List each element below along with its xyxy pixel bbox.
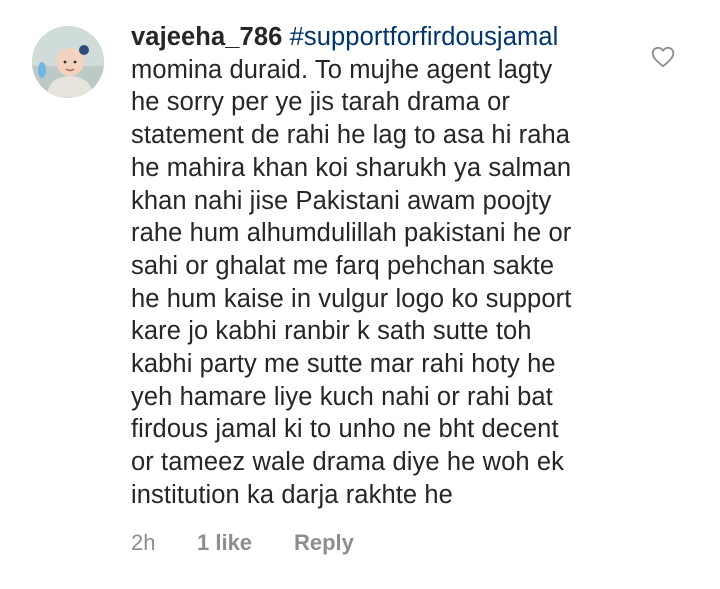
comment-line: or tameez wale drama diye he woh ek <box>131 448 564 477</box>
likes-count-button[interactable]: 1 like <box>197 530 294 556</box>
comment-line: khan nahi jise Pakistani awam poojty <box>131 186 552 215</box>
comment-line: kabhi party me sutte mar rahi hoty he <box>131 350 556 379</box>
avatar[interactable] <box>32 26 104 98</box>
comment-line: he hum kaise in vulgur logo ko support <box>131 284 572 313</box>
comment-line: institution ka darja rakhte he <box>131 480 453 509</box>
profile-photo-icon <box>32 26 104 98</box>
comment-meta: 2h 1 like Reply <box>131 528 354 558</box>
heart-outline-icon <box>651 46 675 68</box>
like-button[interactable] <box>650 44 676 70</box>
comment-first-line: vajeeha_786 #supportforfirdousjamal <box>131 21 651 54</box>
comment-line: kare jo kabhi ranbir k sath sutte toh <box>131 317 532 346</box>
comment-line: yeh hamare liye kuch nahi or rahi bat <box>131 382 553 411</box>
comment-line: he sorry per ye jis tarah drama or <box>131 88 510 117</box>
comment-timestamp: 2h <box>131 530 156 555</box>
comment-line: momina duraid. To mujhe agent lagty <box>131 55 553 84</box>
username-link[interactable]: vajeeha_786 <box>131 23 282 51</box>
comment-body: vajeeha_786 #supportforfirdousjamal momi… <box>131 21 651 512</box>
comment-line: firdous jamal ki to unho ne bht decent <box>131 415 559 444</box>
comment-line: sahi or ghalat me farq pehchan sakte <box>131 251 555 280</box>
comment-line: he mahira khan koi sharukh ya salman <box>131 153 572 182</box>
comment-text: vajeeha_786 #supportforfirdousjamal momi… <box>131 21 651 512</box>
reply-button[interactable]: Reply <box>294 530 354 556</box>
comment-line: statement de rahi he lag to asa hi raha <box>131 121 571 150</box>
hashtag-link[interactable]: #supportforfirdousjamal <box>290 23 559 51</box>
comment-line: rahe hum alhumdulillah pakistani he or <box>131 219 572 248</box>
comment-item: vajeeha_786 #supportforfirdousjamal momi… <box>0 0 720 589</box>
